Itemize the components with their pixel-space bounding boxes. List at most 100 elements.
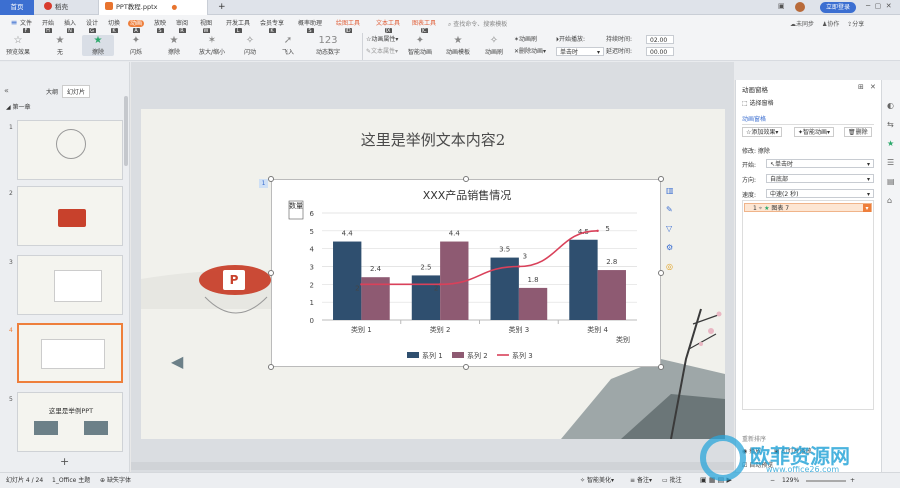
start-select[interactable]: ↖单击时 ▾: [766, 159, 874, 168]
right-tool-icons: ◐ ⇆ ★ ☰ ▤ ⌂: [887, 96, 895, 210]
smart-anim-pane-button[interactable]: ✦智能动画▾: [794, 127, 835, 137]
pane-pin-icon[interactable]: ⊞: [858, 83, 864, 91]
chart-tip-icon[interactable]: ◎: [666, 257, 674, 276]
beautify-button[interactable]: ✧ 智能美化▾: [580, 473, 614, 488]
add-effect-button[interactable]: ☆添加效果▾: [742, 127, 783, 137]
theme-name[interactable]: 1_Office 主题: [52, 473, 90, 488]
item-dropdown-icon[interactable]: ▾: [863, 204, 871, 212]
animation-list-item[interactable]: 1 ⌖ ★ 图表 7 ▾: [744, 203, 872, 212]
zoom-in-button[interactable]: +: [850, 473, 855, 488]
anim-painter-button[interactable]: ✧ 动画刷: [478, 35, 510, 56]
resize-handle[interactable]: [268, 364, 274, 370]
text-attr-dropdown[interactable]: ✎文本属性▾: [366, 47, 398, 57]
chart-settings-icon[interactable]: ⚙: [666, 238, 674, 257]
smart-anim-pane-label: 智能动画: [803, 129, 828, 136]
ribbon-effect-button[interactable]: ★ 擦除: [158, 35, 190, 56]
bar-系列1-0[interactable]: [333, 241, 362, 320]
direction-select[interactable]: 自底部 ▾: [766, 174, 874, 183]
tab-outline[interactable]: 大纲: [46, 87, 58, 96]
notes-button[interactable]: ≡ 备注▾: [630, 473, 652, 488]
ribbon-effect-button[interactable]: ✦ 闪烁: [120, 35, 152, 56]
chart-elements-icon[interactable]: ▥: [666, 181, 674, 200]
select-pane-button[interactable]: ⬚ 选择窗格: [742, 98, 774, 107]
tab-slides[interactable]: 幻灯片: [62, 85, 91, 98]
window-controls[interactable]: ─ ▢ ✕: [866, 2, 892, 10]
lock-icon[interactable]: ⌂: [887, 191, 895, 210]
ribbon-effect-button[interactable]: ☆ 预览效果: [2, 35, 34, 56]
chart-style-icon[interactable]: ✎: [666, 200, 674, 219]
zoom-level[interactable]: 129%: [782, 473, 799, 488]
anim-template-button[interactable]: ★ 动画模板: [442, 35, 474, 56]
comment-button[interactable]: ▭ 批注: [662, 473, 682, 488]
zoom-out-button[interactable]: −: [770, 473, 775, 488]
bar-data-label: 2.4: [370, 265, 382, 273]
theme-icon[interactable]: ▣: [778, 2, 785, 10]
line-series-3[interactable]: [361, 230, 598, 286]
sync-status[interactable]: 未同步: [796, 21, 814, 28]
bar-系列1-3[interactable]: [569, 239, 598, 320]
zoom-slider[interactable]: [806, 480, 846, 482]
delete-effect-button[interactable]: 🗑删除: [844, 127, 872, 137]
shape-style-icon[interactable]: ◐: [887, 96, 895, 115]
anim-brush-button[interactable]: ✶动画刷: [514, 35, 537, 45]
start-play-select[interactable]: 单击时 ▾: [556, 47, 604, 56]
section-header[interactable]: ◢ 第一章: [6, 102, 31, 111]
resize-handle[interactable]: [463, 364, 469, 370]
nav-scrollbar[interactable]: [124, 96, 128, 166]
pane-close-icon[interactable]: ✕: [870, 83, 876, 91]
animation-icon[interactable]: ★: [887, 134, 895, 153]
comment-icon[interactable]: ▤: [887, 172, 895, 191]
speed-select[interactable]: 中速(2 秒) ▾: [766, 189, 874, 198]
resize-handle[interactable]: [658, 270, 664, 276]
avatar[interactable]: [795, 2, 805, 12]
slide-navigator: « 大纲 幻灯片 ◢ 第一章 1 2 3 4 5 这里是举例PPT +: [0, 62, 130, 472]
resize-handle[interactable]: [658, 364, 664, 370]
resize-handle[interactable]: [268, 176, 274, 182]
slide-thumbnail-1[interactable]: [17, 120, 123, 180]
login-button[interactable]: 立即登录: [820, 2, 857, 13]
duration-input[interactable]: 02.00: [646, 35, 674, 44]
delete-anim-button[interactable]: ✕删除动画▾: [514, 47, 546, 57]
delay-input[interactable]: 00.00: [646, 47, 674, 56]
ribbon-effect-button[interactable]: ★ 无: [44, 35, 76, 56]
collapse-nav-icon[interactable]: «: [4, 86, 9, 95]
bar-系列1-1[interactable]: [411, 275, 441, 320]
tab-home[interactable]: 首页: [0, 0, 34, 15]
ribbon-effect-button[interactable]: ➚ 飞入: [272, 35, 304, 56]
chart-frame[interactable]: XXX产品销售情况 数量 0 1 2 3 4 5 6 类别 1 类别 2 类别 3 类别 4 类别 4.4 2…: [271, 179, 661, 367]
smart-anim-button[interactable]: ✦ 智能动画: [404, 35, 436, 56]
line-data-label: 2: [355, 284, 359, 292]
start-play-text: 开始播放:: [559, 36, 586, 43]
slide-thumbnail-4[interactable]: [17, 323, 123, 383]
horizontal-scrollbar[interactable]: [131, 462, 734, 470]
resize-handle[interactable]: [658, 176, 664, 182]
bar-系列2-2[interactable]: [518, 287, 548, 320]
tab-file[interactable]: PPT教程.pptx ●: [98, 0, 208, 15]
collab-button[interactable]: 协作: [827, 21, 839, 28]
share-button[interactable]: 分享: [852, 21, 864, 28]
slide-4[interactable]: 这里是举例文本内容2 P ◀ XXX产品销售情况 数量 0 1 2 3 4 5 6 类别 1 类别 …: [141, 109, 725, 439]
resize-handle[interactable]: [268, 270, 274, 276]
property-icon[interactable]: ⇆: [887, 115, 895, 134]
missing-font-button[interactable]: ⊕ 缺失字体: [100, 473, 131, 488]
bar-系列2-3[interactable]: [597, 270, 626, 320]
new-tab-button[interactable]: +: [212, 0, 232, 15]
ribbon-effect-button[interactable]: ✧ 闪动: [234, 35, 266, 56]
search-box[interactable]: ⌕ 查找命令、搜索模板: [448, 19, 507, 29]
section-label: 第一章: [12, 104, 31, 111]
ribbon-effect-button[interactable]: 123 动态数字: [312, 35, 344, 56]
missing-font-label: 缺失字体: [106, 477, 131, 484]
slide-thumbnail-2[interactable]: [17, 186, 123, 246]
chart-filter-icon[interactable]: ▽: [666, 219, 674, 238]
back-arrow-icon[interactable]: ◀: [171, 352, 183, 371]
anim-attr-dropdown[interactable]: ☆动画属性▾: [366, 35, 398, 45]
tab-docer[interactable]: 稻壳: [38, 0, 98, 15]
slide-thumbnail-3[interactable]: [17, 255, 123, 315]
add-slide-button[interactable]: +: [60, 455, 69, 468]
slide-thumbnail-5[interactable]: 这里是举例PPT: [17, 392, 123, 452]
ribbon-effect-button[interactable]: ✶ 放大/缩小: [196, 35, 228, 56]
ribbon-effect-button[interactable]: ★ 擦除: [82, 35, 114, 56]
transition-icon[interactable]: ☰: [887, 153, 895, 172]
anim-attr-label: 动画属性: [371, 36, 396, 43]
resize-handle[interactable]: [463, 176, 469, 182]
